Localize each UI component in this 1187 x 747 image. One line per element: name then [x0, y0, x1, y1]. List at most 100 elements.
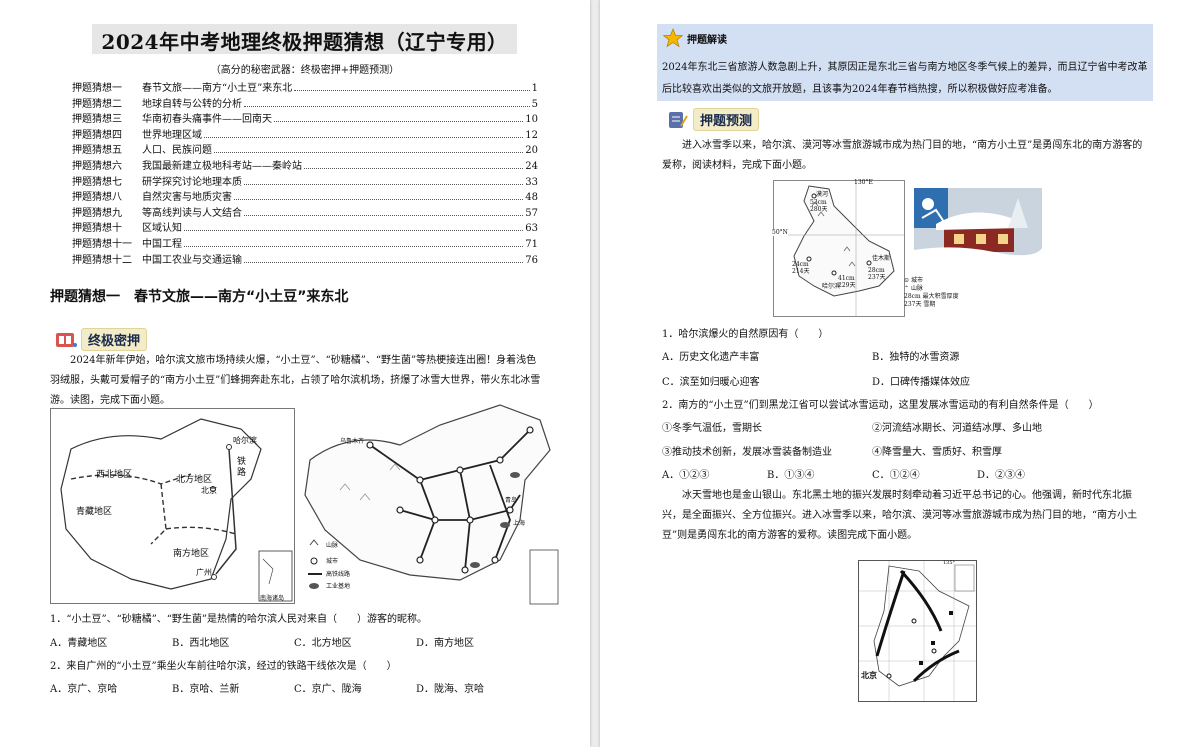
toc-row-number: 押题猜想六 [72, 161, 122, 172]
badge-prediction-label: 押题预测 [693, 108, 760, 131]
right-q2-option-c: C．①②④ [872, 470, 920, 481]
toc-row-page: 33 [525, 176, 538, 188]
label-north: 北方地区 [176, 475, 213, 485]
toc-row[interactable]: 押题猜想四 世界地理区域 12 [72, 126, 538, 141]
document-title: 2024年中考地理终极押题猜想（辽宁专用） [101, 30, 508, 54]
book-icon [56, 332, 77, 347]
toc-row-number: 押题猜想二 [72, 98, 122, 110]
toc-row-page: 10 [525, 114, 538, 126]
q2-option-a: A．京广、京哈 [50, 684, 118, 695]
snow-town-photo-drawing [914, 188, 1042, 274]
badge-prediction: 押题预测 [667, 108, 760, 131]
toc-dot-leader [214, 152, 524, 154]
northeast-map: 135° 北京 [858, 560, 977, 702]
q2-item-4: ④降雪量大、雪质好、积雪厚 [872, 447, 1002, 458]
right-q1-option-c: C．滨至如归暖心迎客 [662, 377, 760, 388]
toc-row-number: 押题猜想十一 [72, 239, 132, 250]
toc-row-title: 人口、民族问题 [142, 145, 212, 157]
toc-dot-leader [184, 230, 524, 232]
toc-row[interactable]: 押题猜想三 华南初春头痛事件——回南天 10 [72, 110, 538, 125]
label-harbin-map3: 哈尔滨 [822, 283, 841, 290]
toc-row[interactable]: 押题猜想二 地球自转与公转的分析 5 [72, 95, 538, 110]
toc-row-title: 自然灾害与地质灾害 [142, 192, 232, 204]
label-qingzang: 青藏地区 [76, 507, 113, 517]
toc-row[interactable]: 押题猜想十二 中国工农业与交通运输 76 [72, 251, 538, 266]
intro-paragraph-3: 冰天雪地也是金山银山。东北黑土地的振兴发展时刻牵动着习近平总书记的心。他强调，新… [662, 490, 1138, 541]
toc-row-title: 华南初春头痛事件——回南天 [142, 114, 272, 126]
section-heading: 押题猜想一 春节文旅——南方“小土豆”来东北 [50, 289, 349, 305]
label-mohe-vals: 53cm 280天 [810, 199, 828, 213]
legend-industry: 工业基地 [326, 583, 351, 590]
toc-dot-leader [294, 90, 530, 91]
heilongjiang-snow-map: 130°E 50°N 漠河 53cm 280天 佳木斯 28cm 237天 41… [772, 179, 905, 317]
label-lon-130: 130°E [854, 179, 873, 186]
toc-row-page: 63 [525, 223, 538, 235]
toc-dot-leader [274, 121, 524, 123]
legend-city-text: 城市 [910, 277, 923, 284]
label-jiamusi: 佳木斯 [872, 255, 891, 262]
label-rail-vertical: 铁路 [237, 457, 247, 478]
intro-paragraph-2: 进入冰雪季以来，哈尔滨、漠河等冰雪旅游城市成为热门目的地，“南方小土豆”是勇闯东… [662, 140, 1143, 171]
toc-row-number: 押题猜想三 [72, 114, 122, 126]
toc-row-page: 71 [525, 239, 538, 250]
right-q1-option-d: D．口碑传播媒体效应 [872, 377, 971, 388]
toc-row-title: 中国工程 [142, 239, 182, 250]
question-1: 1．“小土豆”、“砂糖橘”、“野生菌”是热情的哈尔滨人民对来自（ ）游客的昵称。 [50, 614, 428, 625]
right-q1-option-b: B．独特的冰雪资源 [872, 352, 960, 363]
document-subtitle: （高分的秘密武器：终极密押+押题预测） [210, 65, 400, 76]
toc-row-title: 中国工农业与交通运输 [142, 254, 242, 266]
legend-city-row: ⊙ 城市 [904, 277, 923, 284]
label-guangzhou: 广州 [196, 568, 212, 577]
toc-dot-leader [244, 105, 530, 107]
toc-row-title: 世界地理区域 [142, 129, 202, 141]
toc-row[interactable]: 押题猜想五 人口、民族问题 20 [72, 141, 538, 156]
q2-item-1: ①冬季气温低，雪期长 [662, 423, 762, 434]
toc-row-number: 押题猜想九 [72, 207, 122, 219]
toc-row-page: 5 [531, 98, 538, 110]
toc-row[interactable]: 押题猜想八 自然灾害与地质灾害 48 [72, 188, 538, 203]
toc-row[interactable]: 押题猜想九 等高线判读与人文结合 57 [72, 204, 538, 219]
toc-row-page: 1 [531, 83, 538, 94]
label-harbin: 哈尔滨 [233, 436, 257, 445]
toc-row[interactable]: 押题猜想七 研学探究讨论地理本质 33 [72, 173, 538, 188]
toc-dot-leader [234, 199, 524, 201]
left-page: 2024年中考地理终极押题猜想（辽宁专用） （高分的秘密武器：终极密押+押题预测… [0, 0, 590, 747]
legend-days-row: 237天 雪期 [904, 301, 936, 308]
right-q2-option-b: B．①③④ [767, 470, 815, 481]
toc-dot-leader [304, 168, 524, 169]
q1-option-b: B．西北地区 [172, 638, 230, 649]
toc-row-number: 押题猜想四 [72, 129, 122, 141]
toc-dot-leader [184, 246, 524, 247]
label-south: 南方地区 [173, 549, 210, 559]
toc-dot-leader [244, 214, 524, 216]
toc-row-title: 地球自转与公转的分析 [142, 98, 242, 110]
toc-dot-leader [204, 136, 524, 138]
legend-mountain: 山脉 [326, 542, 339, 549]
label-qingdao: 青岛 [505, 497, 518, 504]
q1-option-a: A．青藏地区 [50, 638, 108, 649]
toc-row-title: 区域认知 [142, 223, 182, 235]
label-urumqi: 乌鲁木齐 [340, 438, 365, 445]
label-beijing: 北京 [201, 486, 217, 495]
toc-dot-leader [244, 261, 524, 263]
toc-row-page: 20 [525, 145, 538, 157]
right-q1-option-a: A．历史文化遗产丰富 [662, 352, 760, 363]
toc-row[interactable]: 押题猜想六 我国最新建立极地科考站——秦岭站 24 [72, 157, 538, 172]
toc-row-number: 押题猜想五 [72, 145, 122, 157]
toc-row[interactable]: 押题猜想一 春节文旅——南方“小土豆”来东北 1 [72, 79, 538, 94]
badge-final-prediction: 终极密押 [55, 328, 148, 351]
right-page: 押题解读 2024年东北三省旅游人数急剧上升，其原因正是东北三省与南方地区冬季气… [600, 0, 1187, 747]
legend-snow-row: 28cm 最大积雪厚度 [904, 293, 959, 300]
toc-row-title: 等高线判读与人文结合 [142, 207, 242, 219]
toc-row[interactable]: 押题猜想十一 中国工程 71 [72, 235, 538, 250]
map4-lon: 135° [943, 560, 956, 566]
label-jiamusi-vals: 28cm 237天 [868, 267, 886, 281]
right-question-1: 1．哈尔滨爆火的自然原因有（ ） [662, 329, 829, 340]
toc-row[interactable]: 押题猜想十 区域认知 63 [72, 219, 538, 234]
legend-mountain-text: 山脉 [910, 285, 923, 292]
question-2: 2．来自广州的“小土豆”乘坐火车前往哈尔滨，经过的铁路干线依次是（ ） [50, 661, 397, 672]
label-west-vals: 24cm 214天 [792, 261, 810, 275]
label-harbin-vals: 41cm 229天 [838, 275, 856, 289]
label-northwest: 西北地区 [96, 470, 133, 480]
china-rail-map: 乌鲁木齐 青岛 上海 山脉 城市 高铁线路 工业基地 [300, 400, 560, 606]
